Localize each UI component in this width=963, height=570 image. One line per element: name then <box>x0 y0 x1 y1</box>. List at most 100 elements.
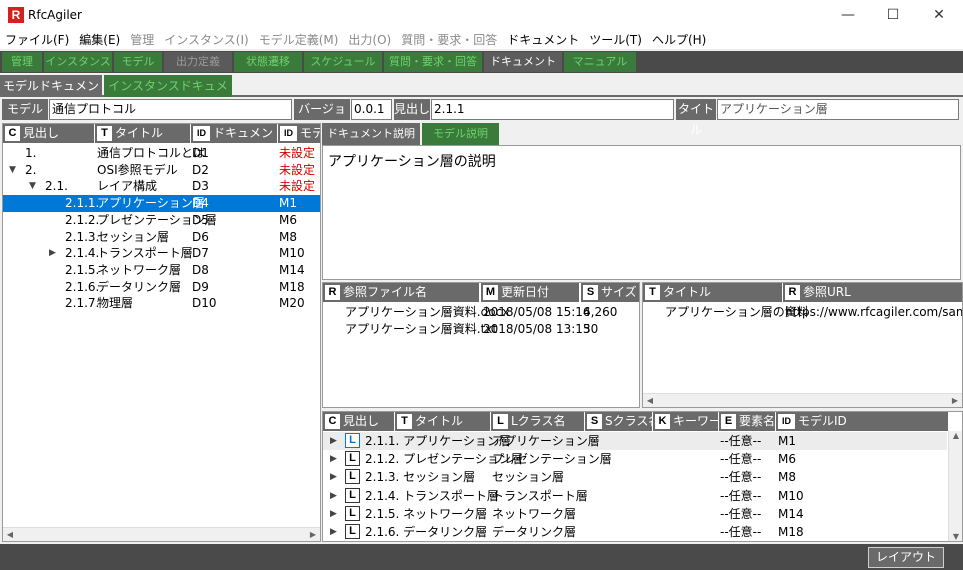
column-header[interactable]: C 見出し <box>3 124 94 143</box>
scroll-down-icon[interactable]: ▼ <box>949 532 962 541</box>
column-header[interactable]: IDモデル <box>278 124 320 143</box>
file-row[interactable]: アプリケーション層資料.docx 2018/05/08 15:16 4,260 <box>323 304 639 321</box>
column-header[interactable]: Kキーワード <box>653 412 718 431</box>
expand-icon[interactable]: ▶ <box>330 505 337 523</box>
module-tab[interactable]: インスタンス <box>44 52 112 72</box>
scroll-right-icon[interactable]: ▶ <box>306 528 320 541</box>
menu-item[interactable]: モデル定義(M) <box>254 30 344 50</box>
file-row[interactable]: アプリケーション層資料.txt 2018/05/08 13:15 30 <box>323 321 639 338</box>
expand-icon[interactable]: ▶ <box>330 450 337 468</box>
layout-button[interactable]: レイアウト <box>868 547 944 568</box>
column-header[interactable]: T タイトル <box>95 124 190 143</box>
tree-row[interactable]: ▼ 2. OSI参照モデル D2 未設定 <box>3 162 320 179</box>
column-header[interactable]: T タイトル <box>643 283 782 302</box>
column-header[interactable]: ID モデルID <box>776 412 948 431</box>
tree-horizontal-scrollbar[interactable]: ◀ ▶ <box>3 527 320 541</box>
column-type-icon: ID <box>778 414 795 429</box>
menu-item[interactable]: 編集(E) <box>74 30 125 50</box>
menu-item[interactable]: ドキュメント <box>502 30 584 50</box>
tree-row[interactable]: 2.1.5. ネットワーク層 D8 M14 <box>3 262 320 279</box>
element-row[interactable]: ▶ L 2.1.5. ネットワーク層 ネットワーク層 --任意-- M14 <box>323 505 947 523</box>
tree-row[interactable]: 2.1.2. プレゼンテーション層 D5 M6 <box>3 212 320 229</box>
model-name-field[interactable]: 通信プロトコル <box>49 99 292 120</box>
tree-row[interactable]: ▼ 2.1. レイア構成 D3 未設定 <box>3 178 320 195</box>
element-row[interactable]: ▶ L 2.1.1. アプリケーション層 アプリケーション層 --任意-- M1 <box>323 432 947 450</box>
tree-model-id: M8 <box>279 229 297 244</box>
column-type-icon: L <box>493 414 508 429</box>
menu-item[interactable]: 管理 <box>125 30 159 50</box>
tree-row[interactable]: 2.1.1. アプリケーション層 D4 M1 <box>3 195 320 213</box>
element-name: --任意-- <box>720 452 762 467</box>
element-model-id: M8 <box>778 470 796 485</box>
column-header[interactable]: R 参照URL <box>783 283 962 302</box>
menu-item[interactable]: 出力(O) <box>343 30 396 50</box>
scroll-up-icon[interactable]: ▲ <box>949 431 962 440</box>
module-tab[interactable]: 状態遷移 <box>234 52 302 72</box>
tree-doc-id: D5 <box>192 212 209 227</box>
url-link[interactable]: https://www.rfcagiler.com/sample <box>785 304 962 321</box>
tab-model-document[interactable]: モデルドキュメント <box>0 75 102 115</box>
tree-doc-id: D6 <box>192 229 209 244</box>
tree-heading: 2. <box>25 162 37 177</box>
tree-row[interactable]: ▶ 2.1.4. トランスポート層 D7 M10 <box>3 245 320 262</box>
module-tab[interactable]: ドキュメント <box>484 52 562 72</box>
url-row[interactable]: アプリケーション層の資料 https://www.rfcagiler.com/sa… <box>643 304 962 321</box>
column-header[interactable]: E 要素名 <box>719 412 775 431</box>
module-tab[interactable]: 出力定義 <box>164 52 232 72</box>
module-tab[interactable]: マニュアル <box>564 52 636 72</box>
column-header[interactable]: T タイトル <box>395 412 490 431</box>
expand-icon[interactable]: ▶ <box>330 487 337 505</box>
description-pane[interactable]: アプリケーション層の説明 <box>322 145 961 280</box>
column-header[interactable]: M 更新日付 <box>481 283 579 302</box>
menu-item[interactable]: ファイル(F) <box>0 30 74 50</box>
module-tab[interactable]: 管理 <box>2 52 42 72</box>
elements-vertical-scrollbar[interactable]: ▲ ▼ <box>948 431 962 541</box>
lclass-badge-icon: L <box>345 469 360 485</box>
minimize-button[interactable]: — <box>825 0 871 30</box>
tab-instance-document[interactable]: インスタンスドキュメント <box>104 75 232 115</box>
module-tab[interactable]: モデル <box>114 52 162 72</box>
tree-row[interactable]: 2.1.3. セッション層 D6 M8 <box>3 229 320 246</box>
menu-item[interactable]: インスタンス(I) <box>159 30 253 50</box>
element-row[interactable]: ▶ L 2.1.4. トランスポート層 トランスポート層 --任意-- M10 <box>323 487 947 505</box>
tree-row[interactable]: 2.1.6. データリンク層 D9 M18 <box>3 279 320 296</box>
expand-icon[interactable]: ▶ <box>49 245 56 262</box>
tree-row[interactable]: 1. 通信プロトコルとは D1 未設定 <box>3 145 320 162</box>
menu-item[interactable]: ツール(T) <box>584 30 647 50</box>
model-name-label: モデル名 <box>2 99 48 137</box>
module-tab[interactable]: 質問・要求・回答 <box>384 52 482 72</box>
column-header[interactable]: C 見出し <box>323 412 394 431</box>
element-row[interactable]: ▶ L 2.1.3. セッション層 セッション層 --任意-- M8 <box>323 468 947 486</box>
title-field[interactable]: アプリケーション層 <box>717 99 959 120</box>
column-header[interactable]: L Lクラス名 <box>491 412 584 431</box>
version-field[interactable]: 0.0.1 <box>351 99 392 120</box>
scroll-left-icon[interactable]: ◀ <box>643 394 657 407</box>
urls-horizontal-scrollbar[interactable]: ◀ ▶ <box>643 393 962 407</box>
column-header[interactable]: IDドキュメントID <box>191 124 277 143</box>
tab-document-description[interactable]: ドキュメント説明 <box>322 123 420 145</box>
column-header[interactable]: R 参照ファイル名 <box>323 283 479 302</box>
expand-icon[interactable]: ▶ <box>330 468 337 486</box>
menu-item[interactable]: ヘルプ(H) <box>647 30 711 50</box>
collapse-icon[interactable]: ▼ <box>9 162 16 179</box>
expand-icon[interactable]: ▶ <box>330 432 337 450</box>
expand-icon[interactable]: ▶ <box>330 523 337 541</box>
tree-row[interactable]: 2.1.7. 物理層 D10 M20 <box>3 295 320 312</box>
scroll-right-icon[interactable]: ▶ <box>948 394 962 407</box>
tree-doc-id: D3 <box>192 179 209 194</box>
element-row[interactable]: ▶ L 2.1.6. データリンク層 データリンク層 --任意-- M18 <box>323 523 947 541</box>
tab-model-description[interactable]: モデル説明 <box>422 123 499 145</box>
close-button[interactable]: ✕ <box>916 0 962 30</box>
element-row[interactable]: ▶ L 2.1.2. プレゼンテーション層 プレゼンテーション層 --任意-- M6 <box>323 450 947 468</box>
heading-field[interactable]: 2.1.1 <box>431 99 674 120</box>
collapse-icon[interactable]: ▼ <box>29 178 36 195</box>
maximize-button[interactable]: ☐ <box>870 0 916 30</box>
menu-item[interactable]: 質問・要求・回答 <box>396 30 502 50</box>
tree-model-id: 未設定 <box>279 146 316 160</box>
scroll-left-icon[interactable]: ◀ <box>3 528 17 541</box>
column-header[interactable]: SSクラス名 <box>585 412 652 431</box>
module-tab[interactable]: スケジュール <box>304 52 382 72</box>
file-date: 2018/05/08 15:16 <box>483 305 591 319</box>
description-text: アプリケーション層の説明 <box>328 154 496 170</box>
column-header[interactable]: S サイズ <box>581 283 639 302</box>
